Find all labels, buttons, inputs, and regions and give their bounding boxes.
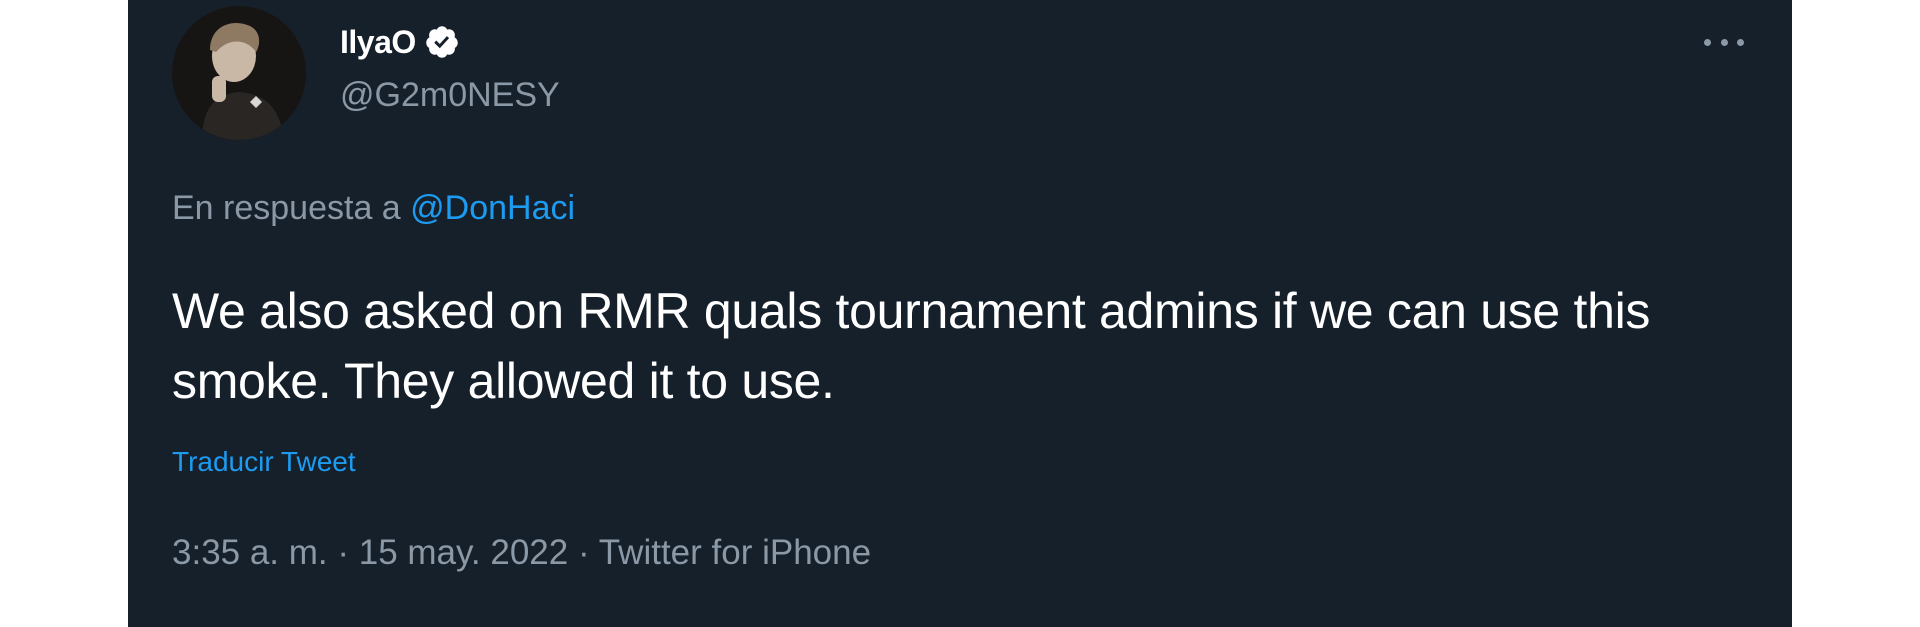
tweet-date-link[interactable]: 15 may. 2022	[359, 533, 569, 572]
author-display-name[interactable]: IlyaO	[340, 24, 416, 61]
meta-separator: ·	[327, 533, 359, 572]
avatar[interactable]	[172, 6, 306, 140]
reply-prefix: En respuesta a	[172, 189, 411, 227]
more-dot	[1704, 38, 1711, 46]
author-name-row: IlyaO	[340, 20, 460, 64]
meta-separator: ·	[568, 533, 599, 572]
reply-mention-link[interactable]: @DonHaci	[410, 189, 575, 227]
tweet-card: IlyaO @G2m0NESY En respuesta a @DonHaci …	[128, 0, 1792, 627]
verified-badge-icon	[424, 24, 460, 60]
tweet-metadata: 3:35 a. m. · 15 may. 2022 · Twitter for …	[172, 533, 871, 573]
author-handle[interactable]: @G2m0NESY	[340, 76, 560, 115]
tweet-source-link[interactable]: Twitter for iPhone	[599, 533, 871, 572]
tweet-time-link[interactable]: 3:35 a. m.	[172, 533, 328, 572]
avatar-image	[172, 6, 306, 140]
more-options-icon[interactable]	[1702, 24, 1746, 60]
tweet-text: We also asked on RMR quals tournament ad…	[172, 283, 1651, 409]
translate-tweet-link[interactable]: Traducir Tweet	[172, 446, 356, 478]
more-dot	[1720, 38, 1728, 46]
reply-context: En respuesta a @DonHaci	[172, 189, 575, 228]
more-dot	[1737, 38, 1744, 46]
